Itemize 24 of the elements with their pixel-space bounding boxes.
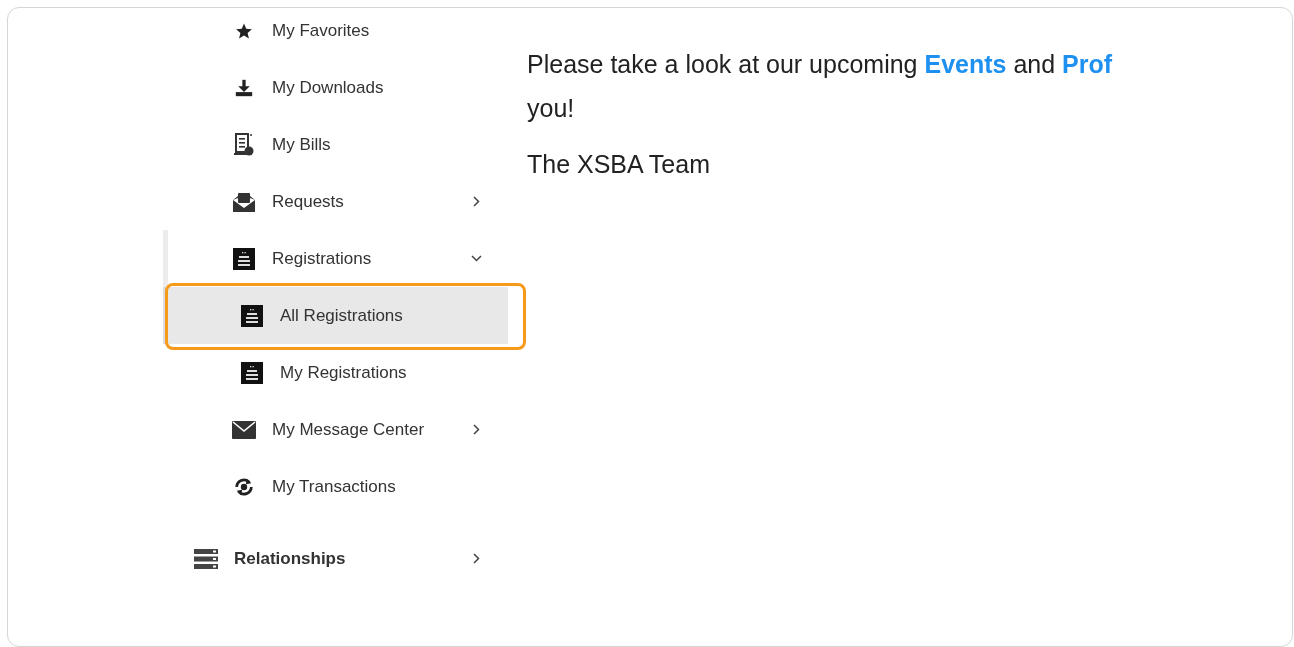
registration-list-icon xyxy=(233,247,255,270)
sidebar-item[interactable]: My Downloads xyxy=(163,59,508,116)
chevron-right-icon xyxy=(472,553,480,564)
sidebar-item[interactable]: My Favorites xyxy=(163,8,508,59)
envelope-icon xyxy=(232,420,256,439)
registration-list-icon xyxy=(241,361,263,384)
sidebar-item[interactable]: Relationships xyxy=(163,530,508,587)
download-icon xyxy=(234,78,254,97)
server-stack-icon xyxy=(194,548,218,569)
registration-list-icon xyxy=(241,304,263,327)
message-paragraph: Please take a look at our upcoming Events and Prof you! xyxy=(527,49,1114,124)
chevron-down-icon xyxy=(470,255,482,262)
sidebar-item[interactable]: All Registrations xyxy=(163,287,508,344)
sidebar-item[interactable]: Requests xyxy=(163,173,508,230)
chevron-right-icon xyxy=(472,424,480,435)
sidebar-item[interactable]: My Registrations xyxy=(163,344,508,401)
mail-question-icon xyxy=(232,190,256,213)
sidebar-item[interactable]: My Bills xyxy=(163,116,508,173)
sidebar-item[interactable]: My Transactions xyxy=(163,458,508,515)
sidebar-item[interactable]: My Message Center xyxy=(163,401,508,458)
signature-text: The XSBA Team xyxy=(527,150,710,179)
bill-icon xyxy=(233,132,255,157)
transaction-cycle-icon xyxy=(233,475,255,498)
chevron-right-icon xyxy=(472,196,480,207)
